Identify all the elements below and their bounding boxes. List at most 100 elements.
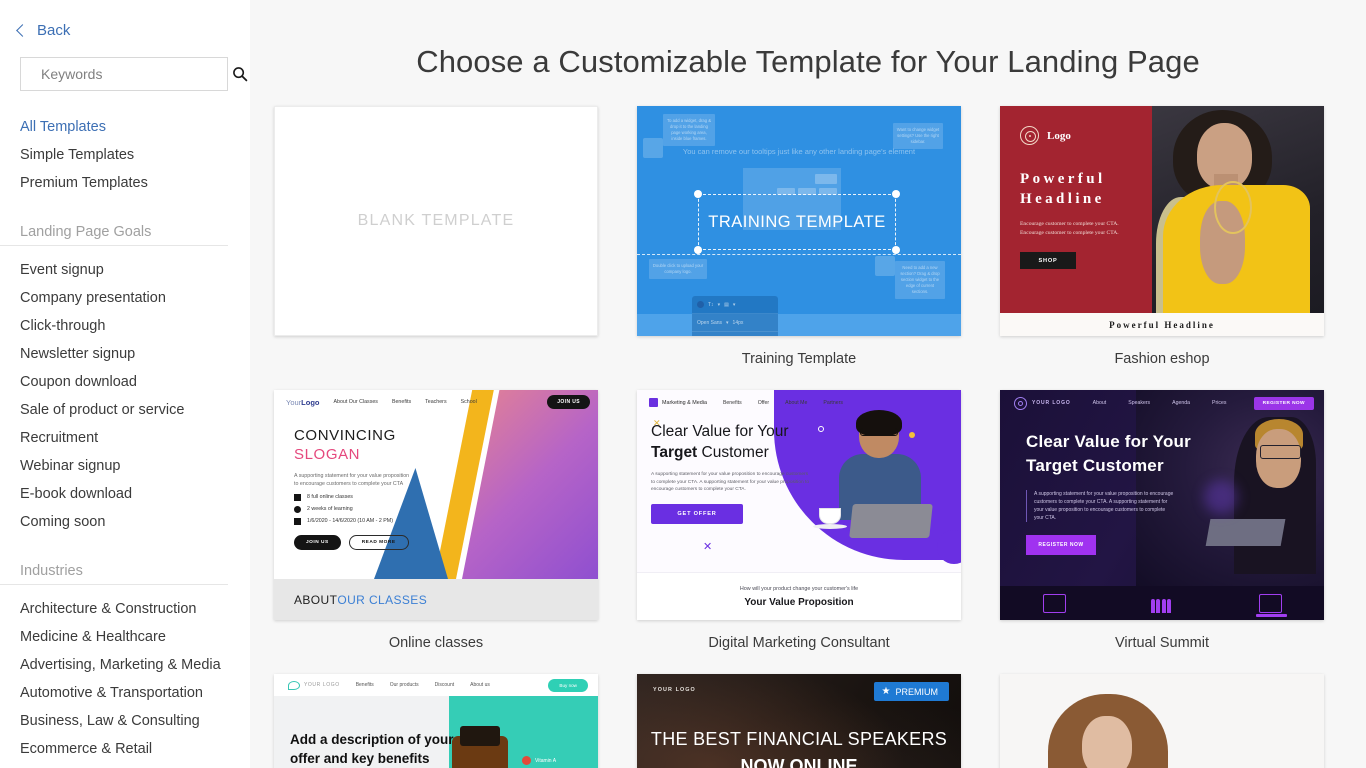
search-input[interactable]	[21, 66, 232, 82]
clock-icon	[294, 505, 301, 513]
toolbar-font-name: Open Sans	[697, 319, 723, 326]
sidebar-item-click-through[interactable]: Click-through	[0, 312, 250, 340]
template-thumb-blank[interactable]: BLANK TEMPLATE	[274, 106, 598, 336]
dmc-nav-about-me[interactable]: About Me	[785, 400, 807, 406]
sidebar-item-business-law-consulting[interactable]: Business, Law & Consulting	[0, 707, 250, 735]
industries-nav: Architecture & Construction Medicine & H…	[0, 595, 250, 768]
vsm-nav-speakers[interactable]: Speakers	[1128, 400, 1150, 406]
nav-school[interactable]: School	[461, 399, 477, 405]
online-classes-join-button[interactable]: JOIN US	[294, 534, 341, 550]
sidebar-item-event-signup[interactable]: Event signup	[0, 256, 250, 284]
template-card-fashion-life[interactable]: THE FASHION IN YOUR LIFE	[1000, 674, 1324, 768]
sidebar-item-ebook-download[interactable]: E-book download	[0, 480, 250, 508]
vsm-nav-register-button[interactable]: REGISTER NOW	[1253, 396, 1314, 410]
vsm-nav-prices[interactable]: Prices	[1212, 400, 1226, 406]
sidebar-item-automotive-transportation[interactable]: Automotive & Transportation	[0, 679, 250, 707]
nav-about-our-classes[interactable]: About Our Classes	[333, 399, 377, 405]
online-classes-readmore-button[interactable]: READ MORE	[348, 534, 409, 550]
dmc-nav-benefits[interactable]: Benefits	[723, 400, 742, 406]
template-gallery: Choose a Customizable Template for Your …	[250, 0, 1366, 768]
chevron-left-icon	[16, 24, 29, 37]
fashion-body: Encourage customer to complete your CTA.…	[1020, 221, 1119, 236]
fashion-shop-button[interactable]: SHOP	[1020, 252, 1076, 269]
template-grid: BLANK TEMPLATE You can remove our toolti…	[250, 106, 1366, 768]
goals-nav: Event signup Company presentation Click-…	[0, 256, 250, 536]
nav-join-us-button[interactable]: JOIN US	[547, 395, 590, 409]
resize-handle-bottom-left[interactable]	[694, 246, 702, 254]
fashion-logo: Logo	[1020, 126, 1134, 145]
primary-nav: All Templates Simple Templates Premium T…	[0, 113, 250, 197]
template-card-online-classes[interactable]: YourLogo About Our Classes Benefits Teac…	[274, 390, 598, 674]
template-thumb-financial[interactable]: YOUR LOGO ★ PREMIUM THE BEST FINANCIAL S…	[637, 674, 961, 768]
template-thumb-fashion-life[interactable]: THE FASHION IN YOUR LIFE	[1000, 674, 1324, 768]
nav-teachers[interactable]: Teachers	[425, 399, 447, 405]
template-card-blank[interactable]: BLANK TEMPLATE	[274, 106, 598, 390]
sidebar-item-simple-templates[interactable]: Simple Templates	[0, 141, 250, 169]
template-thumb-fashion-eshop[interactable]: Logo Powerful Headline Encourage custome…	[1000, 106, 1324, 336]
template-thumb-digital-marketing[interactable]: Marketing & Media Benefits Offer About M…	[637, 390, 961, 620]
template-card-supplements[interactable]: YOUR LOGO Benefits Our products Discount…	[274, 674, 598, 768]
sidebar-item-education-training[interactable]: Education & Training	[0, 763, 250, 768]
template-caption-blank	[274, 336, 598, 374]
sidebar: Back All Templates Simple Templates Prem…	[0, 0, 250, 768]
dmc-nav-offer[interactable]: Offer	[758, 400, 769, 406]
vsm-logo: YOUR LOGO	[1014, 396, 1071, 410]
training-text-toolbar[interactable]: T↕ ▾ ▤ ▾ Open Sans ▾ 14px	[692, 296, 778, 336]
dmc-footer-small: How will your product change your custom…	[739, 585, 859, 592]
sup-nav-benefits[interactable]: Benefits	[356, 682, 374, 688]
vsm-headline-2: Target Customer	[1026, 456, 1164, 475]
leaf-logo-icon	[288, 680, 300, 690]
template-thumb-supplements[interactable]: YOUR LOGO Benefits Our products Discount…	[274, 674, 598, 768]
sidebar-item-company-presentation[interactable]: Company presentation	[0, 284, 250, 312]
sup-buy-now-button[interactable]: Buy now	[548, 678, 588, 692]
vsm-nav-agenda[interactable]: Agenda	[1172, 400, 1190, 406]
sidebar-item-premium-templates[interactable]: Premium Templates	[0, 169, 250, 197]
sidebar-item-all-templates[interactable]: All Templates	[0, 113, 250, 141]
template-thumb-virtual-summit[interactable]: YOUR LOGO About Speakers Agenda Prices R…	[1000, 390, 1324, 620]
dmc-nav-partners[interactable]: Partners	[823, 400, 843, 406]
template-card-virtual-summit[interactable]: YOUR LOGO About Speakers Agenda Prices R…	[1000, 390, 1324, 674]
search-box[interactable]	[20, 57, 248, 91]
network-logo-icon	[1014, 396, 1027, 410]
vsm-nav-about[interactable]: About	[1093, 400, 1107, 406]
sidebar-item-webinar-signup[interactable]: Webinar signup	[0, 452, 250, 480]
people-icon	[1150, 594, 1174, 613]
sidebar-item-sale-of-product-or-service[interactable]: Sale of product or service	[0, 396, 250, 424]
supplements-logo: YOUR LOGO	[288, 680, 340, 690]
m-logo-icon	[649, 398, 658, 407]
template-card-training[interactable]: You can remove our tooltips just like an…	[637, 106, 961, 390]
sidebar-item-coupon-download[interactable]: Coupon download	[0, 368, 250, 396]
template-card-fashion-eshop[interactable]: Logo Powerful Headline Encourage custome…	[1000, 106, 1324, 390]
sup-nav-discount[interactable]: Discount	[435, 682, 454, 688]
resize-handle-top-right[interactable]	[892, 190, 900, 198]
sidebar-item-architecture-construction[interactable]: Architecture & Construction	[0, 595, 250, 623]
template-thumb-training[interactable]: You can remove our tooltips just like an…	[637, 106, 961, 336]
template-card-digital-marketing[interactable]: Marketing & Media Benefits Offer About M…	[637, 390, 961, 674]
training-hint-bottom-right: Need to add a new section? Drag & drop s…	[895, 261, 945, 299]
resize-handle-bottom-right[interactable]	[892, 246, 900, 254]
training-hint-top-left: To add a widget, drag & drop it to the l…	[663, 114, 715, 146]
dmc-get-offer-button[interactable]: GET OFFER	[651, 503, 743, 524]
sidebar-item-recruitment[interactable]: Recruitment	[0, 424, 250, 452]
nav-benefits[interactable]: Benefits	[392, 399, 411, 405]
sup-nav-about-us[interactable]: About us	[470, 682, 490, 688]
dmc-headline-2: Target Customer	[651, 444, 769, 461]
template-card-financial[interactable]: YOUR LOGO ★ PREMIUM THE BEST FINANCIAL S…	[637, 674, 961, 768]
sup-nav-our-products[interactable]: Our products	[390, 682, 419, 688]
back-button[interactable]: Back	[0, 0, 250, 39]
sidebar-item-newsletter-signup[interactable]: Newsletter signup	[0, 340, 250, 368]
training-selected-headline[interactable]: TRAINING TEMPLATE	[698, 194, 896, 250]
blank-template-placeholder: BLANK TEMPLATE	[357, 212, 515, 229]
fashion-logo-text: Logo	[1047, 129, 1071, 142]
sidebar-item-medicine-healthcare[interactable]: Medicine & Healthcare	[0, 623, 250, 651]
vsm-register-button[interactable]: REGISTER NOW	[1026, 535, 1096, 555]
search-icon[interactable]	[232, 66, 248, 82]
flag-icon	[294, 493, 301, 501]
sidebar-item-ecommerce-retail[interactable]: Ecommerce & Retail	[0, 735, 250, 763]
sidebar-item-advertising-marketing-media[interactable]: Advertising, Marketing & Media	[0, 651, 250, 679]
template-thumb-online-classes[interactable]: YourLogo About Our Classes Benefits Teac…	[274, 390, 598, 620]
ornament-logo-icon	[1020, 126, 1039, 145]
sidebar-item-coming-soon[interactable]: Coming soon	[0, 508, 250, 536]
resize-handle-top-left[interactable]	[694, 190, 702, 198]
online-classes-body: A supporting statement for your value pr…	[294, 473, 410, 488]
